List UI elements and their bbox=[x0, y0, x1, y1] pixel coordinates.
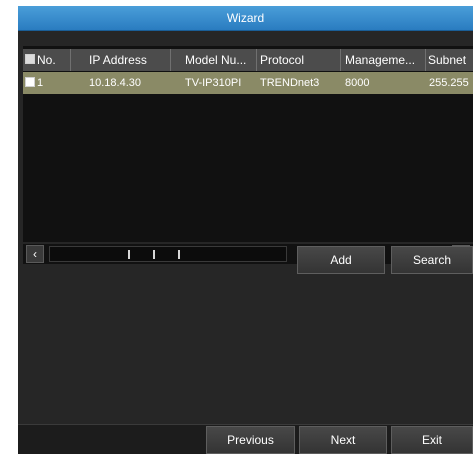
column-header-management-port[interactable]: Manageme... bbox=[341, 49, 426, 71]
column-header-model[interactable]: Model Nu... bbox=[171, 49, 257, 71]
cell-no-value: 1 bbox=[37, 77, 44, 89]
footer-bar: Previous Next Exit bbox=[18, 424, 473, 454]
table-row[interactable]: 1 10.18.4.30 TV-IP310PI TRENDnet3 8000 2… bbox=[23, 72, 473, 94]
cell-management-port: 8000 bbox=[345, 77, 370, 89]
cell-model: TV-IP310PI bbox=[185, 77, 242, 89]
column-header-ip[interactable]: IP Address bbox=[71, 49, 171, 71]
add-button[interactable]: Add bbox=[297, 246, 385, 274]
grip-icon bbox=[153, 250, 155, 259]
chevron-left-icon: ‹ bbox=[33, 247, 37, 261]
column-header-protocol[interactable]: Protocol bbox=[257, 49, 341, 71]
scrollbar-thumb[interactable] bbox=[49, 246, 287, 262]
cell-subnet: 255.255 bbox=[429, 77, 469, 89]
wizard-window: Wizard No. IP Address Model Nu... Protoc… bbox=[18, 6, 473, 454]
grip-icon bbox=[128, 250, 130, 259]
column-header-subnet[interactable]: Subnet bbox=[426, 49, 473, 71]
window-title: Wizard bbox=[18, 6, 473, 31]
cell-ip-address: 10.18.4.30 bbox=[89, 77, 141, 89]
next-button[interactable]: Next bbox=[299, 426, 387, 454]
device-table: No. IP Address Model Nu... Protocol Mana… bbox=[23, 46, 473, 242]
table-header: No. IP Address Model Nu... Protocol Mana… bbox=[23, 49, 473, 71]
search-button[interactable]: Search bbox=[391, 246, 473, 274]
exit-button[interactable]: Exit bbox=[391, 426, 473, 454]
column-no-label: No. bbox=[37, 53, 56, 67]
grip-icon bbox=[178, 250, 180, 259]
previous-button[interactable]: Previous bbox=[206, 426, 295, 454]
column-header-no[interactable]: No. bbox=[23, 49, 71, 71]
select-all-checkbox[interactable] bbox=[25, 54, 35, 64]
cell-no: 1 bbox=[23, 72, 71, 94]
scroll-left-button[interactable]: ‹ bbox=[26, 245, 44, 263]
row-checkbox[interactable] bbox=[25, 77, 35, 87]
cell-protocol: TRENDnet3 bbox=[260, 77, 320, 89]
